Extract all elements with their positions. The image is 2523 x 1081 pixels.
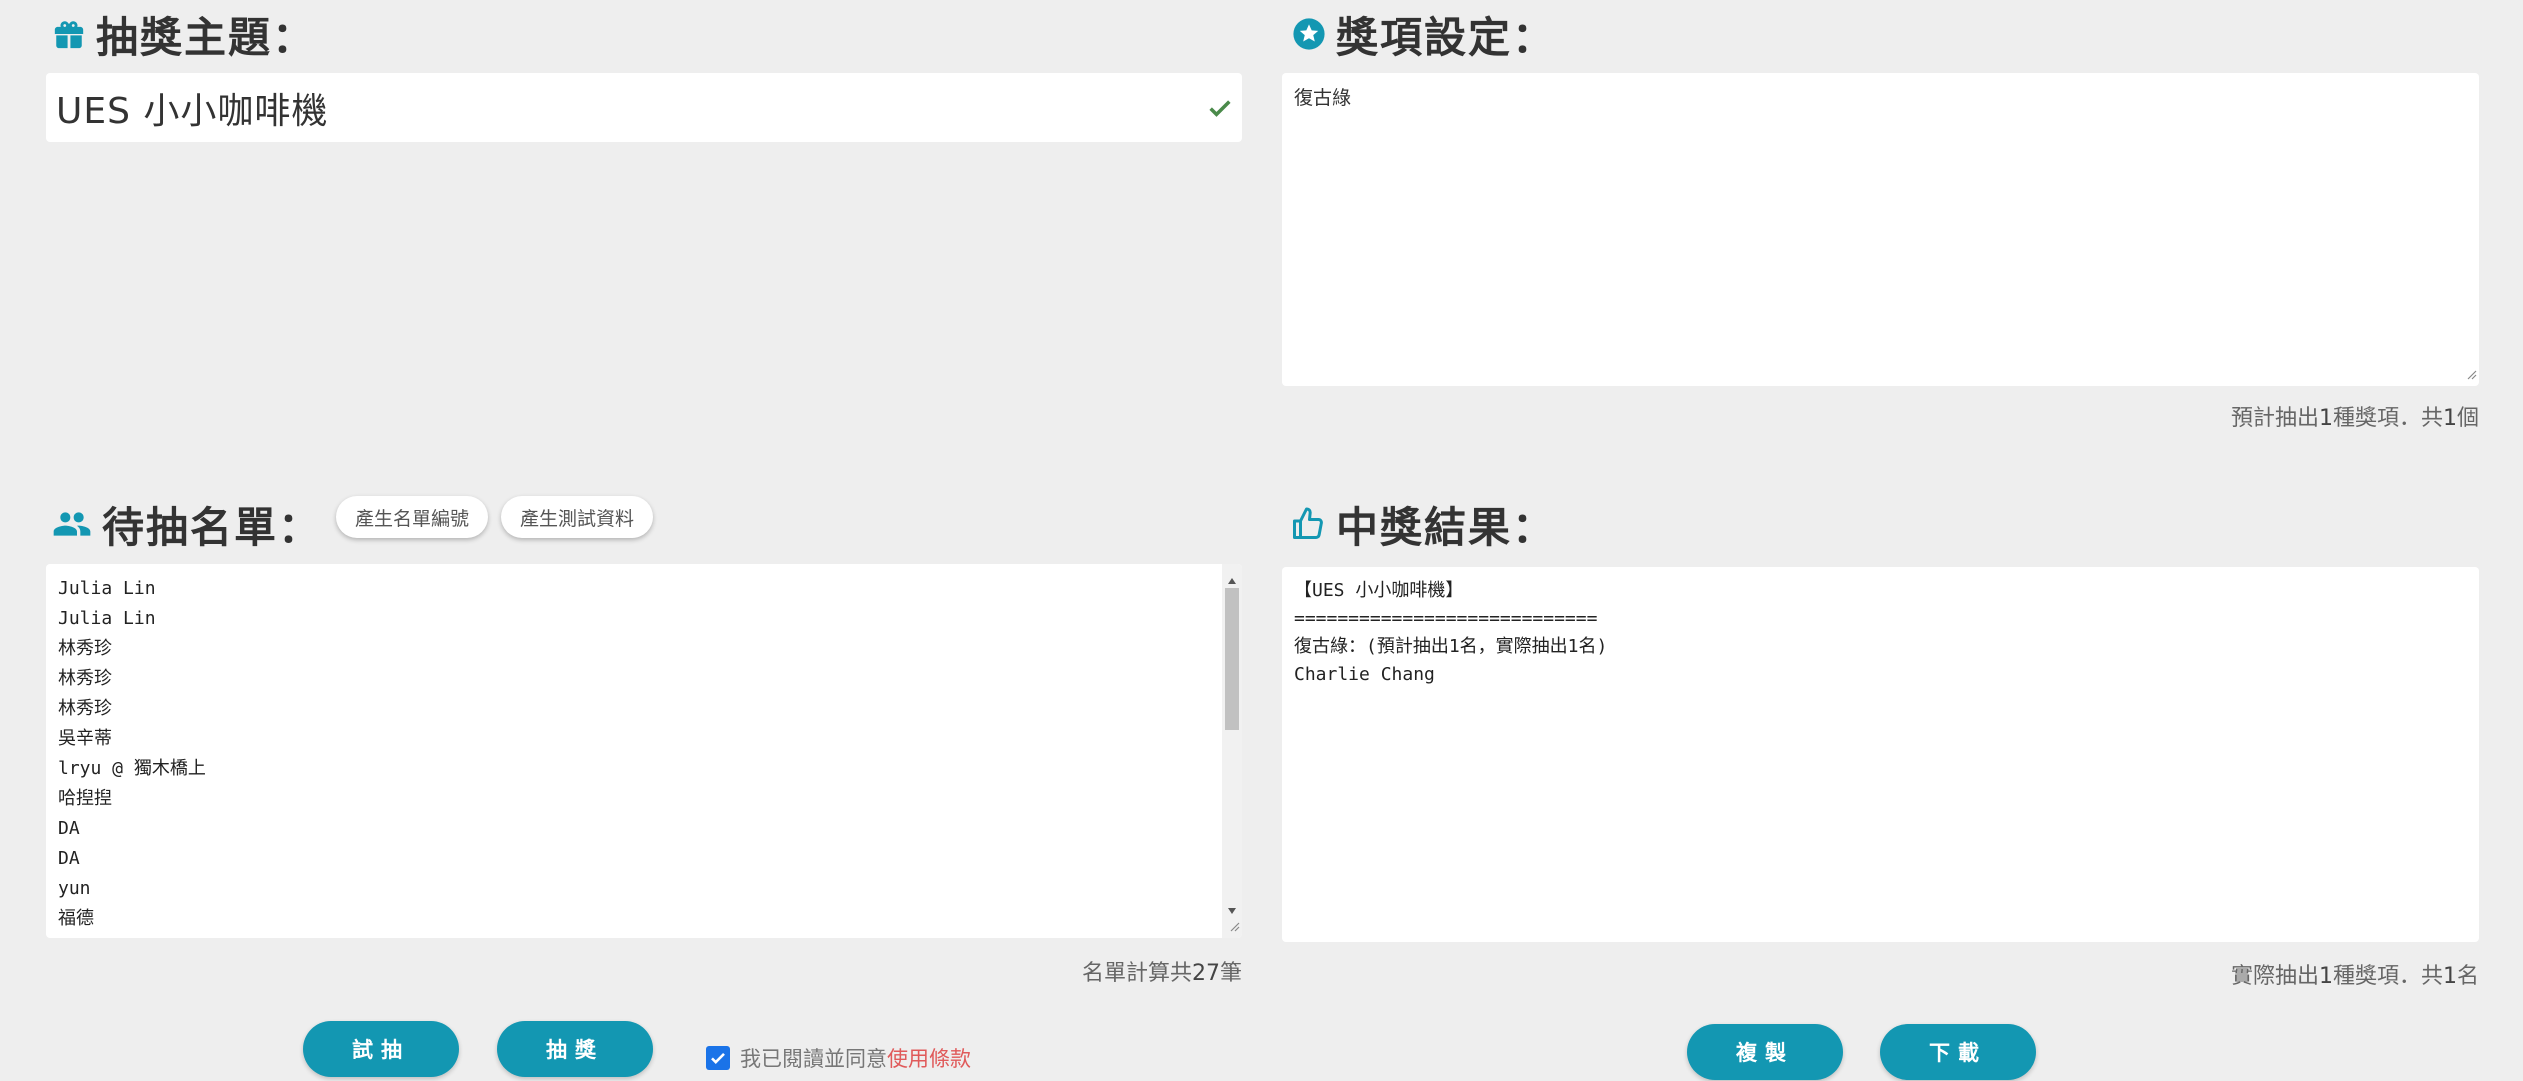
list-item: lryu @ 獨木橋上 <box>58 758 206 779</box>
candidates-count: 名單計算共27筆 <box>1082 955 1242 987</box>
list-item: DA <box>58 818 80 839</box>
gift-icon <box>52 17 86 51</box>
results-summary-pre: 實際抽出 <box>2230 964 2319 989</box>
results-line: ============================ <box>1294 608 1598 629</box>
results-summary-post: 名 <box>2456 964 2479 989</box>
list-item: Julia Lin <box>58 578 156 599</box>
candidates-count-post: 筆 <box>1219 961 1242 986</box>
agree-text: 我已閱讀並同意 <box>740 1047 887 1071</box>
prizes-heading-text: 獎項設定： <box>1336 12 1557 62</box>
results-textarea[interactable]: 【UES 小小咖啡機】 ============================… <box>1282 567 2479 942</box>
candidates-heading-text: 待抽名單： <box>102 502 323 552</box>
prizes-summary-mid: 種獎項．共 <box>2332 406 2443 431</box>
results-heading: 中獎結果： <box>1290 496 1556 552</box>
candidates-count-value: 27 <box>1191 961 1220 986</box>
agree-terms: 我已閱讀並同意 使用條款 <box>706 1043 971 1073</box>
download-button[interactable]: 下載 <box>1880 1024 2036 1080</box>
prizes-summary: 預計抽出1種獎項．共1個 <box>2231 400 2479 432</box>
list-item: yun <box>58 878 91 899</box>
list-item: 哈揑揑 <box>58 788 112 809</box>
list-item: 福德 <box>58 908 94 929</box>
prizes-summary-post: 個 <box>2456 406 2479 431</box>
list-item: 林秀珍 <box>58 698 112 719</box>
prizes-summary-count: 1 <box>2442 406 2457 431</box>
resize-handle-icon[interactable] <box>1228 917 1240 936</box>
candidates-heading: 待抽名單： <box>52 496 322 552</box>
list-item: 林秀珍 <box>58 638 112 659</box>
candidates-textarea[interactable]: Julia Lin Julia Lin 林秀珍 林秀珍 林秀珍 吳辛蒂 lryu… <box>46 564 1242 938</box>
results-text: 【UES 小小咖啡機】 ============================… <box>1294 577 2467 689</box>
candidates-scrollbar[interactable] <box>1222 564 1242 938</box>
draw-button[interactable]: 抽獎 <box>497 1021 653 1077</box>
topic-input[interactable]: UES 小小咖啡機 <box>46 73 1242 142</box>
results-summary-count: 1 <box>2442 964 2457 989</box>
list-item: Julia Lin <box>58 608 156 629</box>
prizes-heading: 獎項設定： <box>1292 8 1556 62</box>
results-line: 【UES 小小咖啡機】 <box>1294 580 1464 601</box>
scrollbar-thumb[interactable] <box>1225 588 1239 730</box>
candidates-list: Julia Lin Julia Lin 林秀珍 林秀珍 林秀珍 吳辛蒂 lryu… <box>58 574 206 934</box>
results-heading-text: 中獎結果： <box>1336 502 1557 552</box>
candidates-count-pre: 名單計算共 <box>1081 961 1192 986</box>
generate-numbers-button[interactable]: 產生名單編號 <box>336 496 488 538</box>
scroll-up-arrow-icon[interactable] <box>1227 570 1237 589</box>
generate-test-data-button[interactable]: 產生測試資料 <box>501 496 653 538</box>
results-summary-kinds: 1 <box>2318 964 2333 989</box>
topic-heading-text: 抽獎主題： <box>96 12 317 62</box>
thumbs-up-icon <box>1290 505 1326 543</box>
copy-button[interactable]: 複製 <box>1687 1024 1843 1080</box>
results-line: 復古綠：(預計抽出1名，實際抽出1名) <box>1294 636 1608 657</box>
list-item: 吳辛蒂 <box>58 728 112 749</box>
topic-input-value: UES 小小咖啡機 <box>56 90 329 132</box>
star-circle-icon <box>1292 17 1326 51</box>
prizes-textarea[interactable]: 復古綠 <box>1282 73 2479 386</box>
list-item: DA <box>58 848 80 869</box>
list-item: 林秀珍 <box>58 668 112 689</box>
prizes-textarea-value: 復古綠 <box>1294 87 1352 109</box>
prizes-summary-kinds: 1 <box>2318 406 2333 431</box>
prizes-summary-pre: 預計抽出 <box>2230 406 2319 431</box>
resize-handle-icon[interactable] <box>2465 365 2477 384</box>
results-summary: 實際抽出1種獎項．共1名 <box>2231 958 2479 990</box>
check-icon <box>1206 94 1234 126</box>
agree-checkbox[interactable] <box>706 1046 730 1070</box>
results-line: Charlie Chang <box>1294 664 1435 685</box>
topic-heading: 抽獎主題： <box>52 8 316 62</box>
trial-draw-button[interactable]: 試抽 <box>303 1021 459 1077</box>
people-icon <box>52 506 92 542</box>
results-summary-mid: 種獎項．共 <box>2332 964 2443 989</box>
terms-link[interactable]: 使用條款 <box>887 1043 971 1073</box>
